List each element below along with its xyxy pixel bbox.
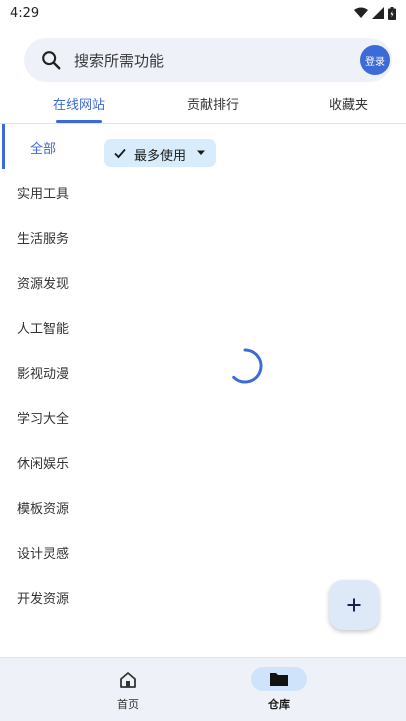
- sidebar-item-templates[interactable]: 模板资源: [17, 498, 69, 517]
- sidebar-item-ai[interactable]: 人工智能: [17, 318, 69, 337]
- sidebar-item-life-services[interactable]: 生活服务: [17, 228, 69, 247]
- wifi-icon: [354, 7, 368, 18]
- status-time: 4:29: [10, 5, 40, 21]
- sidebar-item-entertainment[interactable]: 休闲娱乐: [17, 453, 69, 472]
- status-icons: [354, 6, 396, 20]
- tab-indicator: [56, 120, 102, 123]
- search-bar[interactable]: 搜索所需功能 登录: [24, 38, 392, 82]
- battery-icon: [388, 6, 396, 20]
- status-bar: 4:29: [0, 0, 406, 26]
- tab-contribution-ranking[interactable]: 贡献排行: [187, 94, 239, 113]
- add-button[interactable]: [329, 580, 379, 630]
- plus-icon: [347, 598, 361, 612]
- sidebar-item-all[interactable]: 全部: [30, 138, 56, 157]
- sort-filter-dropdown[interactable]: 最多使用: [104, 139, 216, 167]
- dropdown-arrow-icon: [197, 150, 205, 155]
- nav-item-home[interactable]: 首页: [68, 658, 188, 721]
- sidebar-item-dev-resources[interactable]: 开发资源: [17, 588, 69, 607]
- nav-item-repository[interactable]: 仓库: [219, 658, 339, 721]
- tab-bar: 在线网站 贡献排行 收藏夹: [0, 86, 406, 124]
- bottom-navigation: 首页 仓库: [0, 657, 406, 721]
- check-icon: [114, 148, 126, 159]
- tab-online-sites[interactable]: 在线网站: [53, 94, 105, 113]
- sidebar-item-design-inspiration[interactable]: 设计灵感: [17, 543, 69, 562]
- sidebar-item-learning[interactable]: 学习大全: [17, 408, 69, 427]
- folder-icon: [270, 673, 288, 686]
- home-icon: [120, 672, 136, 688]
- tab-favorites[interactable]: 收藏夹: [329, 94, 368, 113]
- signal-icon: [372, 7, 384, 19]
- sidebar-active-indicator: [2, 124, 5, 169]
- sort-filter-label: 最多使用: [134, 149, 187, 164]
- sidebar-item-tools[interactable]: 实用工具: [17, 183, 69, 202]
- sidebar-item-film-anime[interactable]: 影视动漫: [17, 363, 69, 382]
- nav-label-repository: 仓库: [268, 698, 290, 711]
- sidebar-item-resource-discovery[interactable]: 资源发现: [17, 273, 69, 292]
- loading-spinner-icon: [232, 348, 263, 384]
- nav-label-home: 首页: [117, 698, 139, 711]
- search-icon: [42, 51, 61, 70]
- search-input[interactable]: 搜索所需功能: [74, 50, 164, 71]
- login-button[interactable]: 登录: [360, 45, 390, 75]
